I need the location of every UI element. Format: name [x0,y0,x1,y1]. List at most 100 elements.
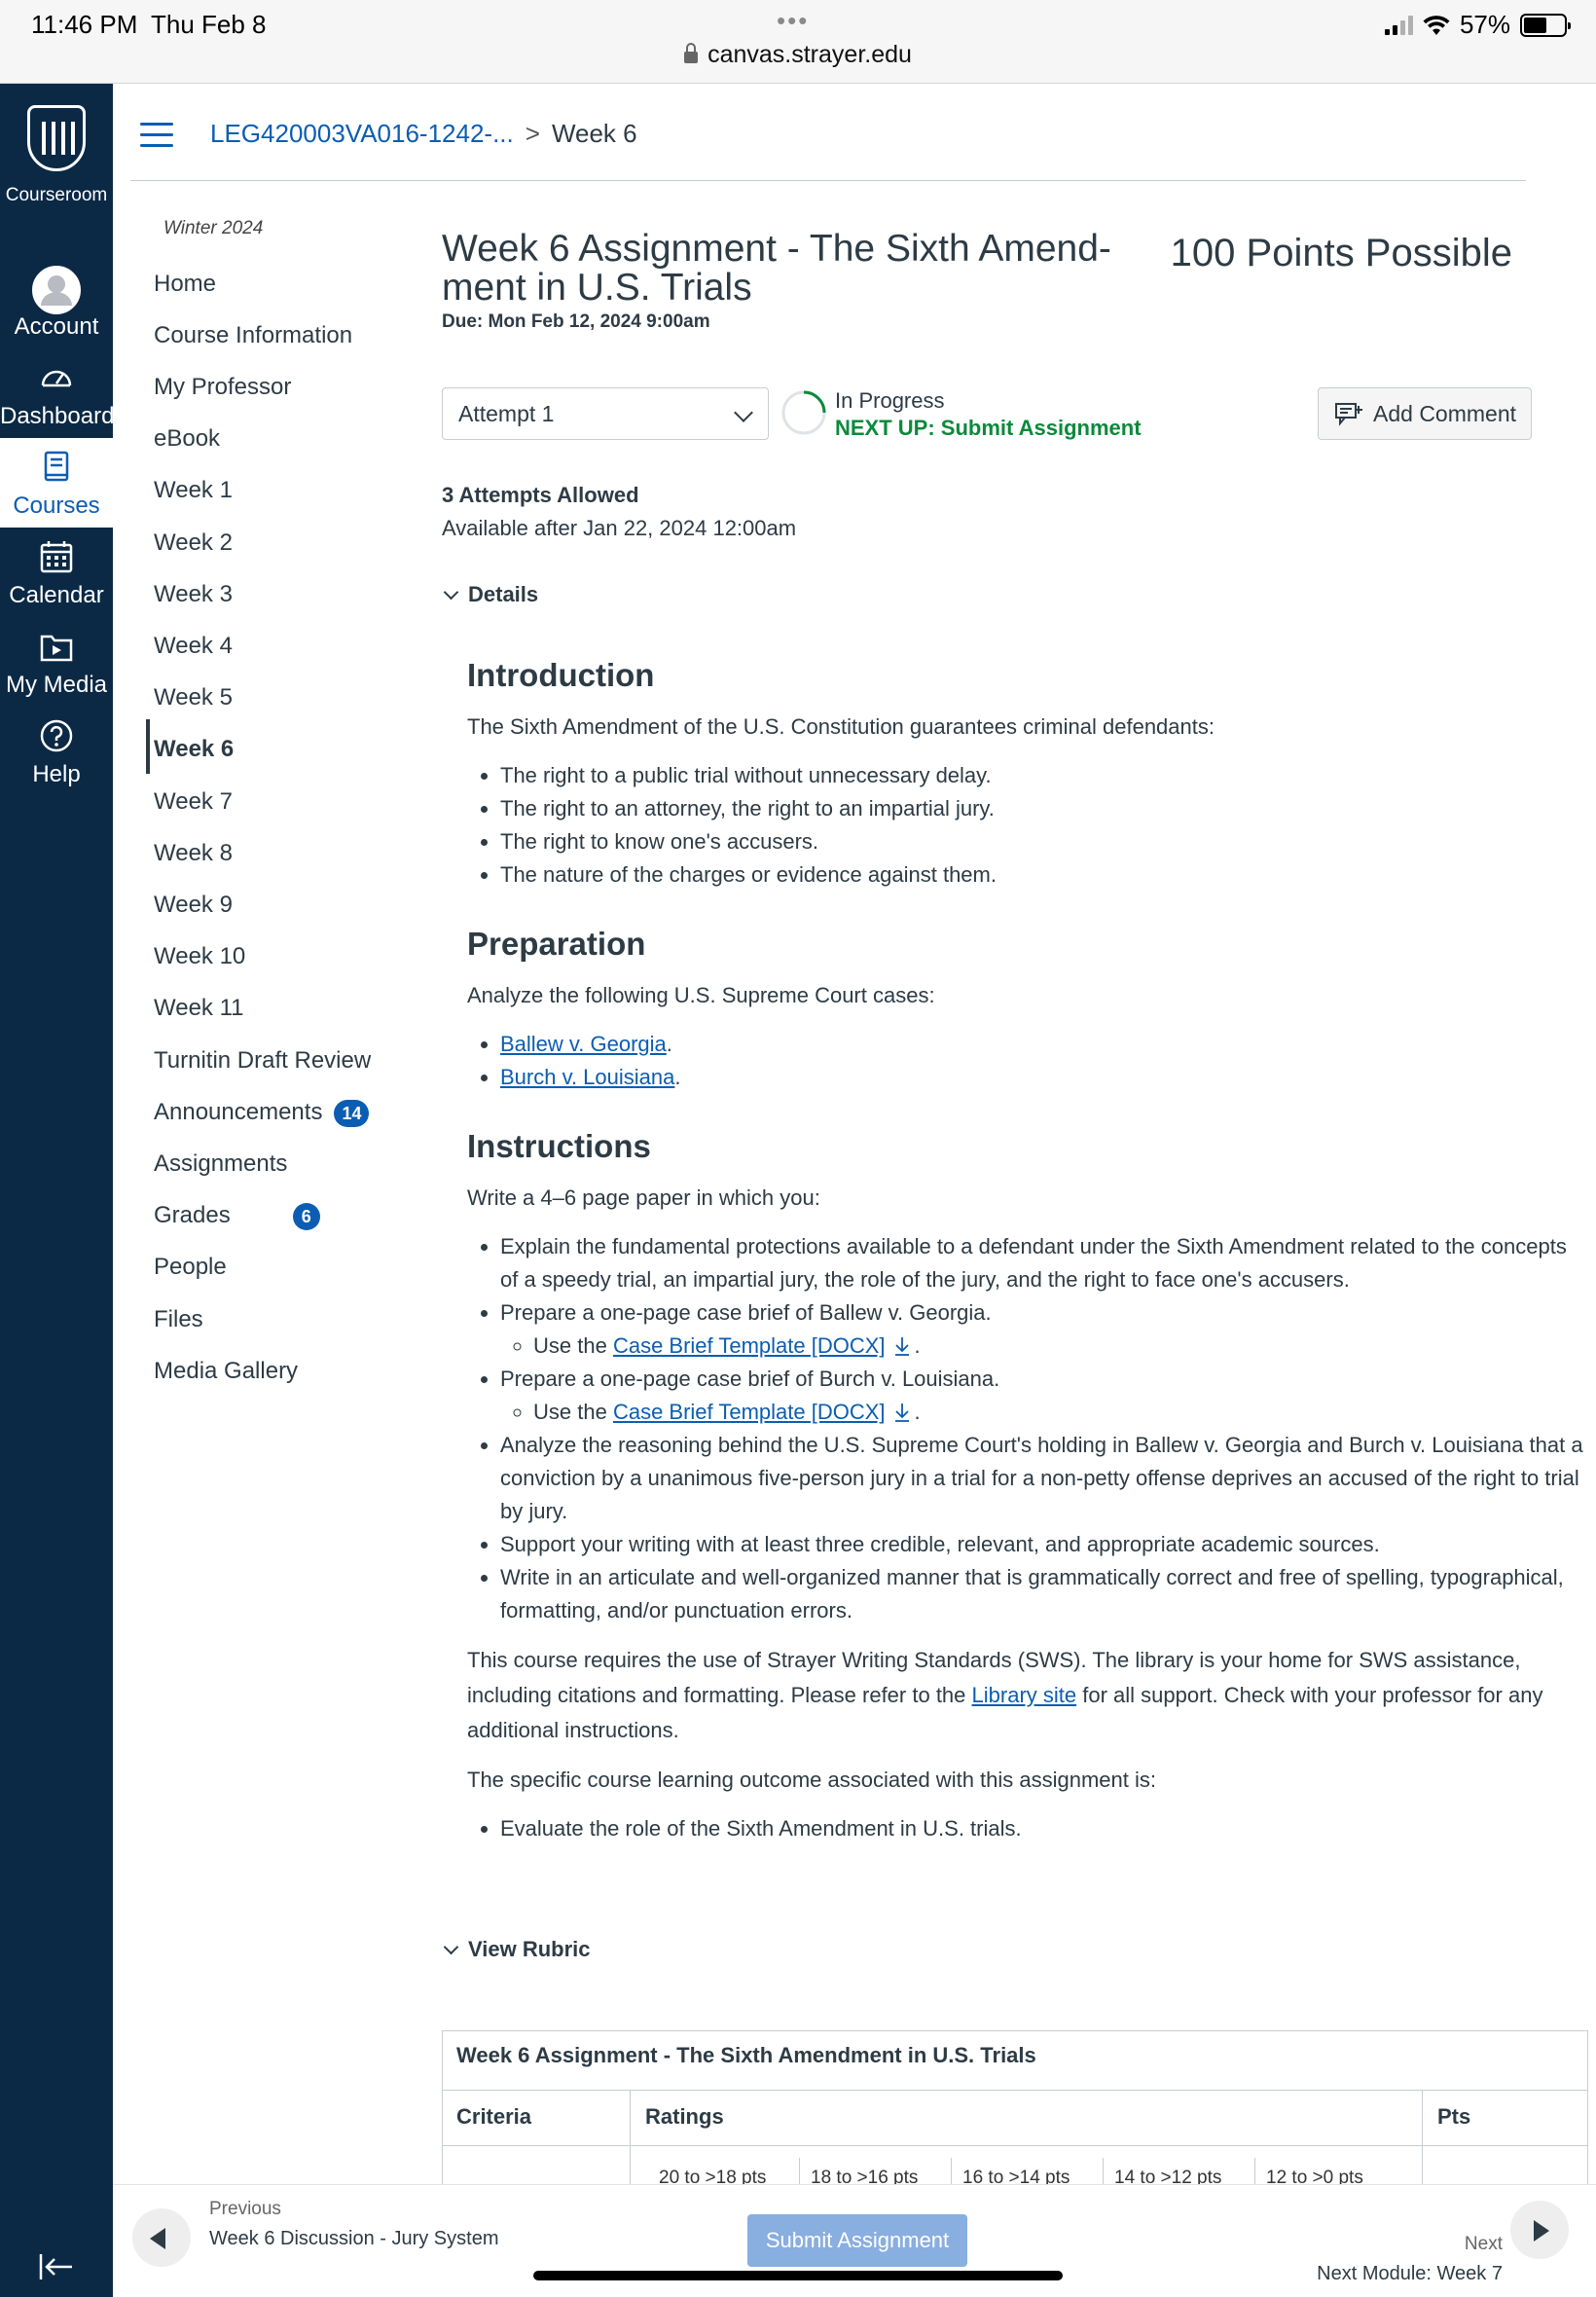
burch-v-louisiana-link[interactable]: Burch v. Louisiana [500,1065,674,1089]
section-heading: Introduction [467,657,655,693]
global-nav-account[interactable]: Account [0,259,113,348]
course-nav-week-3[interactable]: Week 3 [154,575,233,614]
course-nav-media-gallery[interactable]: Media Gallery [154,1352,298,1391]
download-icon[interactable] [893,1336,911,1356]
breadcrumb-course-link[interactable]: LEG420003VA016-1242-... [210,119,514,148]
list-item: Use the Case Brief Template [DOCX]. [533,1330,1586,1363]
course-nav-week-10[interactable]: Week 10 [154,937,245,976]
attempt-select[interactable]: Attempt 1 [442,387,769,440]
list-item: Explain the fundamental protections avai… [500,1230,1586,1296]
paragraph: The Sixth Amendment of the U.S. Constitu… [467,714,1215,739]
course-nav-week-9[interactable]: Week 9 [154,886,233,925]
previous-item-link[interactable]: Week 6 Discussion - Jury System [209,2228,499,2250]
submit-assignment-button[interactable]: Submit Assignment [747,2214,967,2267]
assignment-title: Week 6 Assignment - The Sixth Amend-ment… [442,228,1111,309]
preparation-section: Preparation Analyze the following U.S. S… [467,923,1586,1094]
case-brief-template-link[interactable]: Case Brief Template [DOCX] [613,1400,886,1424]
next-item-link[interactable]: Next Module: Week 7 [1317,2263,1503,2285]
previous-label: Previous [209,2199,281,2219]
global-nav-dashboard[interactable]: Dashboard [0,348,114,438]
course-nav-course-information[interactable]: Course Information [154,316,352,355]
global-nav-label: Help [32,761,81,787]
rubric-col-pts: Pts [1437,2104,1471,2129]
next-button[interactable] [1510,2201,1569,2259]
dashboard-icon [41,370,72,387]
add-comment-button[interactable]: Add Comment [1318,387,1532,440]
course-nav-grades[interactable]: Grades 6 [154,1196,320,1235]
rubric-header-row: Criteria Ratings Pts [443,2090,1587,2146]
address-bar[interactable]: canvas.strayer.edu [0,41,1596,69]
view-rubric-label: View Rubric [468,1937,591,1961]
bullet-list: The right to a public trial without unne… [500,759,1586,892]
rubric-col-ratings: Ratings [645,2104,724,2129]
global-nav-courses[interactable]: Courses [0,438,113,528]
ballew-v-georgia-link[interactable]: Ballew v. Georgia [500,1032,667,1056]
list-item: Prepare a one-page case brief of Ballew … [500,1296,1586,1363]
course-nav-week-5[interactable]: Week 5 [154,678,233,717]
course-nav-assignments[interactable]: Assignments [154,1145,287,1184]
url-text: canvas.strayer.edu [707,41,912,68]
course-nav-files[interactable]: Files [154,1300,203,1339]
course-nav-week-4[interactable]: Week 4 [154,627,233,666]
chevron-down-icon [443,1939,459,1955]
list-item: Prepare a one-page case brief of Burch v… [500,1363,1586,1429]
comment-icon [1335,403,1362,426]
list-item: The right to a public trial without unne… [500,759,1586,792]
battery-icon [1520,13,1571,37]
course-nav-week-2[interactable]: Week 2 [154,524,233,563]
add-comment-label: Add Comment [1373,401,1517,426]
view-rubric-toggle[interactable]: View Rubric [442,1937,591,1962]
course-nav-my-professor[interactable]: My Professor [154,368,291,407]
course-nav-week-7[interactable]: Week 7 [154,783,233,821]
previous-arrow-icon [150,2228,165,2249]
multitasking-dots-icon[interactable]: ••• [777,6,809,36]
course-nav-people[interactable]: People [154,1248,227,1287]
status-label: In Progress [835,388,945,413]
chevron-down-icon [734,403,753,422]
details-toggle[interactable]: Details [442,582,538,607]
list-item: The right to an attorney, the right to a… [500,792,1586,825]
active-indicator [146,719,150,774]
global-nav-my-media[interactable]: My Media [0,617,113,707]
course-nav-home[interactable]: Home [154,265,216,304]
course-menu-icon[interactable] [140,123,173,148]
course-nav-week-8[interactable]: Week 8 [154,834,233,873]
previous-button[interactable] [132,2208,191,2267]
due-date: Due: Mon Feb 12, 2024 9:00am [442,311,710,332]
course-nav-label: Announcements [154,1099,323,1125]
breadcrumb-current: Week 6 [551,119,637,148]
account-icon [32,266,81,314]
help-icon [40,719,73,752]
paragraph: Analyze the following U.S. Supreme Court… [467,983,935,1007]
clock: 11:46 PM [31,10,138,39]
case-brief-template-link[interactable]: Case Brief Template [DOCX] [613,1333,886,1358]
next-label: Next [1464,2234,1503,2254]
sub-list: Use the Case Brief Template [DOCX]. [533,1396,1586,1429]
section-heading: Preparation [467,926,646,962]
lock-icon [684,43,699,63]
breadcrumb: LEG420003VA016-1242-... > Week 6 [210,119,637,149]
course-nav-week-6[interactable]: Week 6 [154,730,234,769]
course-nav-week-11[interactable]: Week 11 [154,989,244,1028]
next-arrow-icon [1534,2220,1549,2242]
global-nav-label: Courses [13,492,100,519]
download-icon[interactable] [893,1403,911,1422]
global-nav-label: Calendar [9,582,104,608]
home-indicator[interactable] [533,2271,1063,2280]
global-nav-calendar[interactable]: Calendar [0,528,113,617]
list-item-text: Prepare a one-page case brief of Burch v… [500,1367,1000,1391]
paragraph: The specific course learning outcome ass… [467,1768,1157,1792]
global-nav-help[interactable]: Help [0,707,113,796]
sub-list: Use the Case Brief Template [DOCX]. [533,1330,1586,1363]
collapse-nav-icon[interactable] [39,2252,74,2281]
list-item: Analyze the reasoning behind the U.S. Su… [500,1429,1586,1528]
courseroom-logo[interactable]: Courseroom [0,105,113,206]
bullet-list: Explain the fundamental protections avai… [500,1230,1586,1627]
list-item: Evaluate the role of the Sixth Amendment… [500,1812,1586,1845]
library-site-link[interactable]: Library site [972,1683,1077,1707]
logo-label: Courseroom [5,185,108,205]
course-nav-turnitin-draft-review[interactable]: Turnitin Draft Review [154,1041,371,1080]
course-nav-ebook[interactable]: eBook [154,419,220,458]
course-nav-announcements[interactable]: Announcements 14 [154,1093,370,1132]
course-nav-week-1[interactable]: Week 1 [154,471,233,510]
